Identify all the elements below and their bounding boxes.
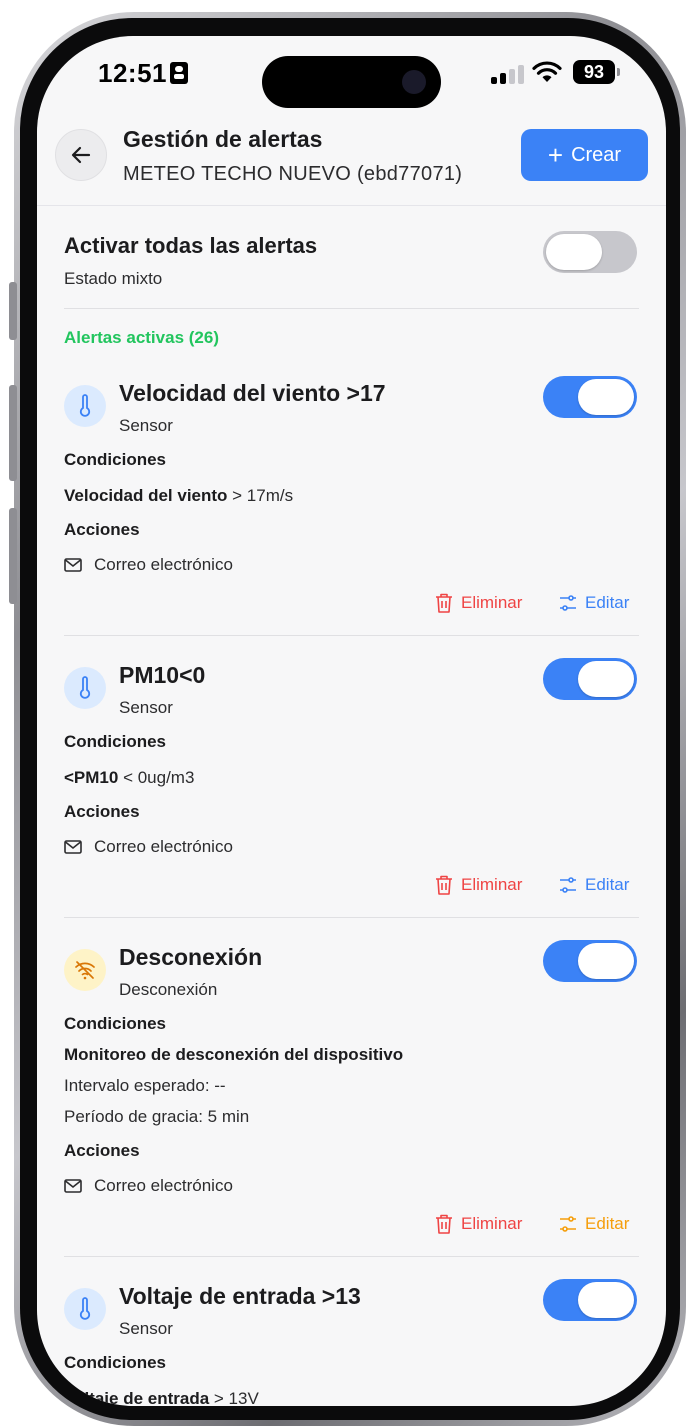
delete-button[interactable]: Eliminar xyxy=(435,873,522,897)
alert-type: Sensor xyxy=(119,416,173,435)
trash-icon xyxy=(436,875,452,895)
camera-icon xyxy=(402,70,426,94)
master-toggle-label: Activar todas las alertas xyxy=(64,233,318,258)
silent-switch xyxy=(9,282,17,340)
volume-up-button xyxy=(9,385,17,481)
wifi-icon xyxy=(532,61,562,82)
actions-label: Acciones xyxy=(64,520,140,539)
section-title: Alertas activas (26) xyxy=(64,328,219,347)
alert-type: Desconexión xyxy=(119,980,218,999)
page-title: Gestión de alertas xyxy=(123,126,323,152)
back-button[interactable] xyxy=(55,129,107,181)
alert-toggle[interactable] xyxy=(543,1279,637,1321)
thermometer-icon xyxy=(64,667,106,709)
action-email: Correo electrónico xyxy=(64,835,233,859)
dynamic-island xyxy=(262,56,441,108)
conditions-label: Condiciones xyxy=(64,732,167,751)
status-time: 12:51 xyxy=(98,58,167,88)
delete-button[interactable]: Eliminar xyxy=(435,591,522,615)
edit-button[interactable]: Editar xyxy=(559,873,629,897)
master-toggle[interactable] xyxy=(543,231,637,273)
arrow-left-icon xyxy=(71,146,91,164)
mail-icon xyxy=(64,840,82,854)
master-state: Estado mixto xyxy=(64,269,163,288)
alert-name: Velocidad del viento >17 xyxy=(119,380,386,406)
divider xyxy=(64,917,639,918)
sliders-icon xyxy=(560,595,576,611)
wifi-off-icon xyxy=(64,949,106,991)
sliders-icon xyxy=(560,1216,576,1232)
delete-button[interactable]: Eliminar xyxy=(435,1212,522,1236)
condition-text: Voltaje de entrada > 13V xyxy=(64,1389,259,1406)
actions-label: Acciones xyxy=(64,802,140,821)
conditions-label: Condiciones xyxy=(64,1014,167,1033)
divider xyxy=(64,635,639,636)
action-email: Correo electrónico xyxy=(64,553,233,577)
mail-icon xyxy=(64,558,82,572)
plus-icon: + xyxy=(547,140,564,170)
edit-button[interactable]: Editar xyxy=(559,1212,629,1236)
alert-type: Sensor xyxy=(119,1319,173,1338)
trash-icon xyxy=(436,1214,452,1234)
create-alert-button[interactable]: + Crear xyxy=(521,129,648,181)
app-header: Gestión de alertas METEO TECHO NUEVO (eb… xyxy=(37,112,666,206)
alert-name: Voltaje de entrada >13 xyxy=(119,1283,361,1309)
battery-tip xyxy=(617,68,620,76)
edit-button[interactable]: Editar xyxy=(559,591,629,615)
conditions-label: Condiciones xyxy=(64,450,167,469)
screen: 12:51 93 Gestión de alertas METEO TECHO … xyxy=(37,36,666,1406)
sliders-icon xyxy=(560,877,576,893)
create-label: Crear xyxy=(571,143,622,166)
condition-text: Velocidad del viento > 17m/s xyxy=(64,486,294,505)
conditions-label: Condiciones xyxy=(64,1353,167,1372)
action-email: Correo electrónico xyxy=(64,1174,233,1198)
alert-type: Sensor xyxy=(119,698,173,717)
divider xyxy=(64,1256,639,1257)
contact-card-icon xyxy=(170,62,188,84)
actions-label: Acciones xyxy=(64,1141,140,1160)
grace-period: Período de gracia: 5 min xyxy=(64,1107,250,1126)
alert-name: PM10<0 xyxy=(119,662,206,688)
divider xyxy=(64,308,639,309)
condition-text: <PM10 < 0ug/m3 xyxy=(64,768,195,787)
thermometer-icon xyxy=(64,385,106,427)
alert-toggle[interactable] xyxy=(543,376,637,418)
device-subtitle: METEO TECHO NUEVO (ebd77071) xyxy=(123,163,463,185)
volume-down-button xyxy=(9,508,17,604)
alert-toggle[interactable] xyxy=(543,940,637,982)
expected-interval: Intervalo esperado: -- xyxy=(64,1076,226,1095)
trash-icon xyxy=(436,593,452,613)
battery-icon: 93 xyxy=(573,60,615,84)
cellular-signal-icon xyxy=(491,64,525,84)
mail-icon xyxy=(64,1179,82,1193)
condition-title: Monitoreo de desconexión del dispositivo xyxy=(64,1045,404,1064)
thermometer-icon xyxy=(64,1288,106,1330)
alert-name: Desconexión xyxy=(119,944,263,970)
alert-toggle[interactable] xyxy=(543,658,637,700)
